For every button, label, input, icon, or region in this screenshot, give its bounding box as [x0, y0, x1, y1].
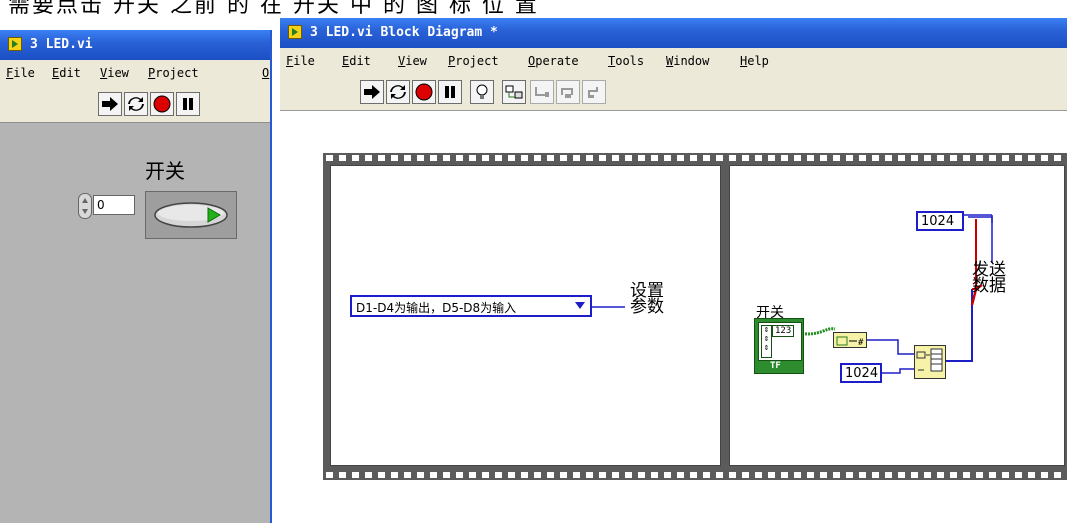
set-parameters-label-line2: 参数 [630, 297, 664, 317]
bool-array-to-number-node[interactable]: # [833, 332, 867, 348]
menu-view[interactable]: View [398, 54, 427, 68]
highlight-execution-icon[interactable] [470, 80, 494, 104]
switch-terminal[interactable]: ⇕ ⇕ ⇕ 123 TF [754, 318, 804, 374]
send-data-label-line2: 数据 [972, 276, 1006, 296]
menu-tools[interactable]: Tools [608, 54, 644, 68]
pause-icon[interactable] [176, 92, 200, 116]
menu-file[interactable]: File [286, 54, 315, 68]
menu-help[interactable]: Help [740, 54, 769, 68]
svg-text:#: # [858, 338, 864, 348]
front-panel-canvas: 开关 0 [0, 122, 272, 523]
pause-icon[interactable] [438, 80, 462, 104]
retain-wire-values-icon[interactable] [502, 80, 526, 104]
numeric-constant-bottom[interactable]: 1024 [840, 363, 882, 383]
block-diagram-toolbar [280, 74, 1067, 110]
front-panel-title: 3 LED.vi [30, 37, 93, 52]
run-arrow-icon[interactable] [98, 92, 122, 116]
menu-view[interactable]: View [100, 66, 129, 80]
numeric-constant-top[interactable]: 1024 [916, 211, 964, 231]
run-continuously-icon[interactable] [386, 80, 410, 104]
run-continuously-icon[interactable] [124, 92, 148, 116]
page-caption: 需要点击 开关 之前 的 在 开关 中 的 图 标 位 置 [0, 0, 1067, 18]
menu-window[interactable]: Window [666, 54, 709, 68]
menu-operate[interactable]: Operate [528, 54, 579, 68]
numeric-increment-icon[interactable] [78, 193, 92, 219]
terminal-array-box: ⇕ ⇕ ⇕ 123 [758, 322, 802, 361]
menu-edit[interactable]: Edit [52, 66, 81, 80]
abort-icon[interactable] [150, 92, 174, 116]
front-panel-window: 3 LED.vi File Edit View Project O 开关 0 [0, 30, 272, 523]
index-display: ⇕ ⇕ ⇕ [761, 325, 772, 358]
switch-control[interactable] [145, 191, 237, 239]
abort-icon[interactable] [412, 80, 436, 104]
step-over-icon[interactable] [556, 80, 580, 104]
enum-constant-value: D1-D4为输出，D5-D8为输入 [356, 301, 517, 315]
block-diagram-menubar: File Edit View Project Operate Tools Win… [280, 48, 1067, 74]
menu-edit[interactable]: Edit [342, 54, 371, 68]
set-parameters-label: 设置 参数 [630, 283, 664, 317]
front-panel-toolbar [0, 86, 272, 122]
front-panel-menubar: File Edit View Project O [0, 60, 272, 86]
front-panel-titlebar[interactable]: 3 LED.vi [0, 30, 272, 60]
block-diagram-titlebar[interactable]: 3 LED.vi Block Diagram * [280, 18, 1067, 48]
wire-layer [591, 214, 993, 374]
vi-icon [8, 37, 22, 51]
step-into-icon[interactable] [530, 80, 554, 104]
menu-operate[interactable]: O [262, 66, 269, 80]
menu-project[interactable]: Project [448, 54, 499, 68]
run-arrow-icon[interactable] [360, 80, 384, 104]
caption-text: 需要点击 开关 之前 的 在 开关 中 的 图 标 位 置 [8, 0, 539, 18]
block-diagram-canvas: D1-D4为输出，D5-D8为输入 设置 参数 开关 ⇕ ⇕ ⇕ 123 TF # … [280, 110, 1067, 523]
menu-file[interactable]: File [6, 66, 35, 80]
terminal-bool-label: TF [770, 361, 781, 371]
vi-icon [288, 25, 302, 39]
block-diagram-title: 3 LED.vi Block Diagram * [310, 25, 498, 40]
dropdown-arrow-icon [575, 302, 585, 309]
enum-constant[interactable]: D1-D4为输出，D5-D8为输入 [350, 295, 592, 317]
block-diagram-window: 3 LED.vi Block Diagram * File Edit View … [280, 18, 1067, 523]
build-array-node[interactable] [914, 345, 946, 379]
terminal-type-label: 123 [772, 325, 795, 337]
window-border [270, 30, 272, 523]
menu-project[interactable]: Project [148, 66, 199, 80]
step-out-icon[interactable] [582, 80, 606, 104]
switch-control-label: 开关 [145, 159, 185, 183]
numeric-input[interactable]: 0 [93, 195, 135, 215]
send-data-label: 发送 数据 [972, 262, 1006, 296]
